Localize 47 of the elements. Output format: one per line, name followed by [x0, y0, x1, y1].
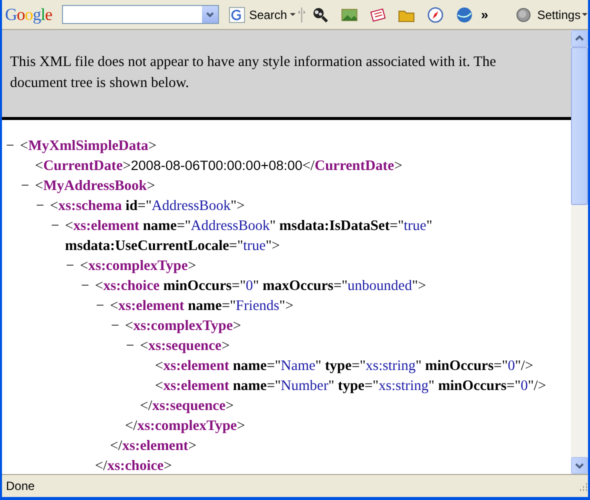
more-button[interactable]: » [481, 7, 488, 22]
globe-icon[interactable] [456, 6, 473, 24]
code-line: <CurrentDate>2008-08-06T00:00:00+08:00</CurrentDate> [35, 158, 402, 174]
search-field[interactable] [62, 5, 220, 24]
collapse-toggle[interactable]: − [36, 198, 50, 214]
code-line: <xs:schema id="AddressBook"> [50, 198, 245, 214]
collapse-toggle[interactable]: − [51, 218, 65, 234]
code-line: <xs:element name="Name" type="xs:string" minOccurs="0"/> [155, 358, 534, 374]
collapse-toggle[interactable]: − [66, 258, 80, 274]
scrollbar-thumb[interactable] [571, 47, 588, 205]
arrow-up-icon[interactable] [575, 35, 584, 42]
collapse-toggle[interactable]: − [21, 178, 35, 194]
code-line: <xs:complexType> [125, 318, 241, 334]
code-line: <xs:complexType> [80, 258, 196, 274]
code-line: msdata:UseCurrentLocale="true"> [65, 238, 280, 254]
search-button[interactable]: Search [227, 6, 290, 22]
google-logo[interactable]: Google [5, 4, 52, 24]
code-line: <xs:sequence> [140, 338, 230, 354]
code-line: <xs:element name="Number" type="xs:string" minOccurs="0"/> [155, 378, 546, 394]
scroll-down-button[interactable] [571, 457, 588, 474]
magnifier-icon[interactable] [312, 6, 329, 24]
code-line: </xs:sequence> [140, 398, 234, 414]
code-line: </xs:element> [110, 438, 196, 454]
code-line: </xs:choice> [95, 458, 172, 474]
code-line: </xs:complexType> [125, 418, 246, 434]
code-line: <MyXmlSimpleData> [20, 138, 156, 154]
collapse-toggle[interactable]: − [111, 318, 125, 334]
status-text: Done [6, 479, 35, 493]
dropdown-icon[interactable] [205, 10, 216, 19]
collapse-toggle[interactable]: − [81, 278, 95, 294]
code-line: <xs:element name="Friends"> [110, 298, 294, 314]
collapse-toggle[interactable]: − [96, 298, 110, 314]
code-line: <xs:element name="AddressBook" msdata:IsDataSet="true" [65, 218, 432, 234]
scroll-up-button[interactable] [571, 30, 588, 47]
arrow-down-icon[interactable] [575, 462, 584, 469]
circle-icon[interactable] [516, 6, 532, 22]
compass-icon[interactable] [427, 6, 444, 24]
settings-button[interactable]: Settings [537, 8, 581, 22]
code-line: <MyAddressBook> [35, 178, 156, 194]
caret-icon[interactable] [580, 11, 588, 18]
collapse-toggle[interactable]: − [6, 138, 20, 154]
grip-icon[interactable] [296, 6, 306, 22]
notice-text: This XML file does not appear to have any style information associated with it. The document tree is shown below. [2, 30, 571, 120]
collapse-toggle[interactable]: − [126, 338, 140, 354]
g-icon[interactable] [229, 6, 246, 22]
caret-icon[interactable] [289, 11, 297, 18]
code-line: <xs:choice minOccurs="0" maxOccurs="unbounded"> [95, 278, 426, 294]
